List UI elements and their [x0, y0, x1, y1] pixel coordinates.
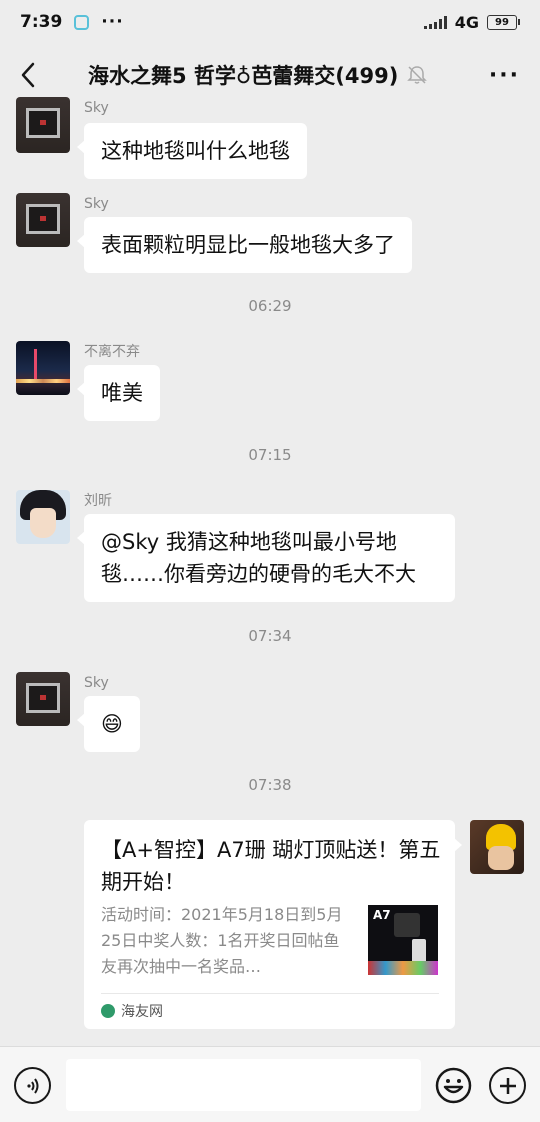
- message-bubble[interactable]: 表面颗粒明显比一般地毯大多了: [77, 217, 412, 273]
- link-card-description: 活动时间：2021年5月18日到5月25日中奖人数：1名开奖日回帖鱼友再次抽中一…: [101, 905, 343, 976]
- avatar[interactable]: [16, 97, 70, 153]
- message-item: Sky 😄: [16, 672, 140, 752]
- message-bubble[interactable]: @Sky 我猜这种地毯叫最小号地毯……你看旁边的硬骨的毛大不大: [77, 514, 455, 602]
- network-type: 4G: [454, 12, 479, 32]
- battery-icon: 99: [487, 14, 520, 30]
- plus-icon: [499, 1077, 516, 1094]
- message-input[interactable]: [66, 1059, 421, 1111]
- sender-name: Sky: [84, 196, 109, 212]
- message-item: Sky 表面颗粒明显比一般地毯大多了: [16, 193, 412, 273]
- sender-name: 刘昕: [84, 493, 112, 509]
- my-avatar[interactable]: [470, 820, 524, 874]
- timestamp: 07:34: [248, 627, 292, 645]
- emoji-icon[interactable]: [435, 1067, 472, 1104]
- back-icon: [21, 62, 35, 88]
- grinning-emoji-icon: 😄: [101, 712, 123, 736]
- avatar[interactable]: [16, 341, 70, 395]
- voice-button[interactable]: [14, 1067, 51, 1104]
- notification-app-icon: [74, 14, 90, 30]
- more-options-button[interactable]: ···: [489, 63, 520, 88]
- link-card-source: 海友网: [101, 1001, 163, 1021]
- status-right: 4G 99: [423, 12, 520, 32]
- back-button[interactable]: [2, 49, 54, 101]
- message-item: 刘昕 @Sky 我猜这种地毯叫最小号地毯……你看旁边的硬骨的毛大不大: [16, 490, 455, 602]
- timestamp: 07:15: [248, 446, 292, 464]
- message-item: Sky 这种地毯叫什么地毯: [16, 97, 307, 179]
- message-bubble[interactable]: 唯美: [77, 365, 160, 421]
- chat-title: 海水之舞5 哲学♁芭蕾舞交(499): [88, 64, 399, 88]
- link-card[interactable]: 【A+智控】A7珊 瑚灯顶贴送！第五期开始！ 活动时间：2021年5月18日到5…: [84, 820, 462, 1029]
- source-logo-icon: [101, 1004, 115, 1018]
- voice-icon: [26, 1077, 38, 1094]
- message-item: 不离不弃 唯美: [16, 341, 160, 421]
- sender-name: Sky: [84, 100, 109, 116]
- link-card-thumbnail: A7: [368, 905, 438, 975]
- avatar[interactable]: [16, 193, 70, 247]
- sender-name: Sky: [84, 675, 109, 691]
- status-time: 7:39: [20, 12, 63, 32]
- mute-icon: [407, 66, 428, 84]
- message-bubble[interactable]: 这种地毯叫什么地毯: [77, 123, 307, 179]
- signal-icon: [423, 15, 447, 29]
- plus-button[interactable]: [489, 1067, 526, 1104]
- thumbnail-label: A7: [373, 908, 391, 922]
- avatar[interactable]: [16, 672, 70, 726]
- avatar[interactable]: [16, 490, 70, 544]
- input-bar: [0, 1046, 540, 1122]
- link-card-title: 【A+智控】A7珊 瑚灯顶贴送！第五期开始！: [101, 838, 441, 894]
- divider: [101, 993, 439, 994]
- sender-name: 不离不弃: [84, 344, 140, 360]
- battery-level: 99: [487, 14, 517, 30]
- source-name: 海友网: [121, 1004, 163, 1020]
- timestamp: 07:38: [248, 776, 292, 794]
- timestamp: 06:29: [248, 297, 292, 315]
- more-notifications-icon: ···: [101, 12, 124, 32]
- message-bubble[interactable]: 😄: [77, 696, 140, 752]
- status-bar: 7:39 ··· 4G 99: [0, 0, 540, 44]
